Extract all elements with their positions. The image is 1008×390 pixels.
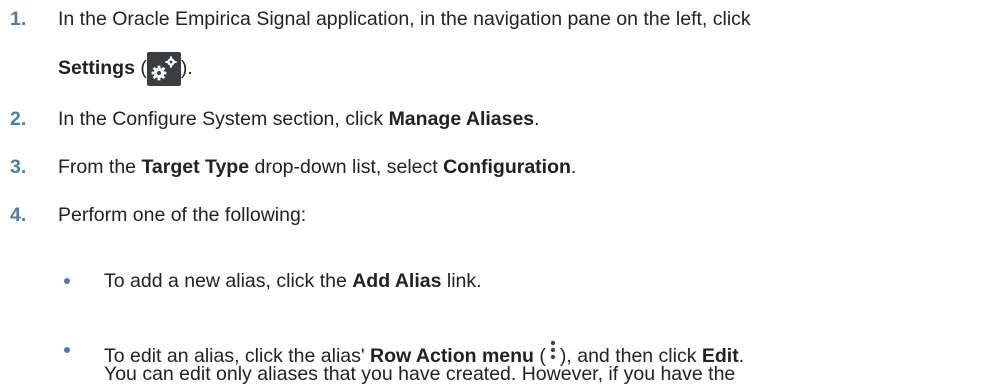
bullet-dot [64, 347, 70, 353]
bullet-text: To add a new alias, click the Add Alias … [104, 270, 482, 292]
step-number: 1. [10, 8, 27, 30]
document-page: 1. In the Oracle Empirica Signal applica… [0, 0, 1008, 390]
add-alias-label: Add Alias [352, 270, 442, 292]
step-text: In the Configure System section, click M… [58, 108, 540, 130]
target-type-label: Target Type [141, 156, 250, 178]
step-number: 3. [10, 156, 27, 178]
step-text: In the Oracle Empirica Signal applicatio… [58, 8, 751, 30]
settings-label: Settings [58, 57, 135, 79]
step-number: 4. [10, 204, 27, 226]
bullet-text: You can edit only aliases that you have … [104, 363, 736, 385]
bullet-dot [64, 278, 70, 284]
step-number: 2. [10, 108, 27, 130]
step-text: From the Target Type drop-down list, sel… [58, 156, 577, 178]
step-text: Perform one of the following: [58, 204, 307, 226]
gear-icon [146, 52, 181, 86]
configuration-label: Configuration [443, 156, 571, 178]
manage-aliases-label: Manage Aliases [388, 108, 535, 130]
step-1-continuation: Settings (). [58, 52, 193, 86]
